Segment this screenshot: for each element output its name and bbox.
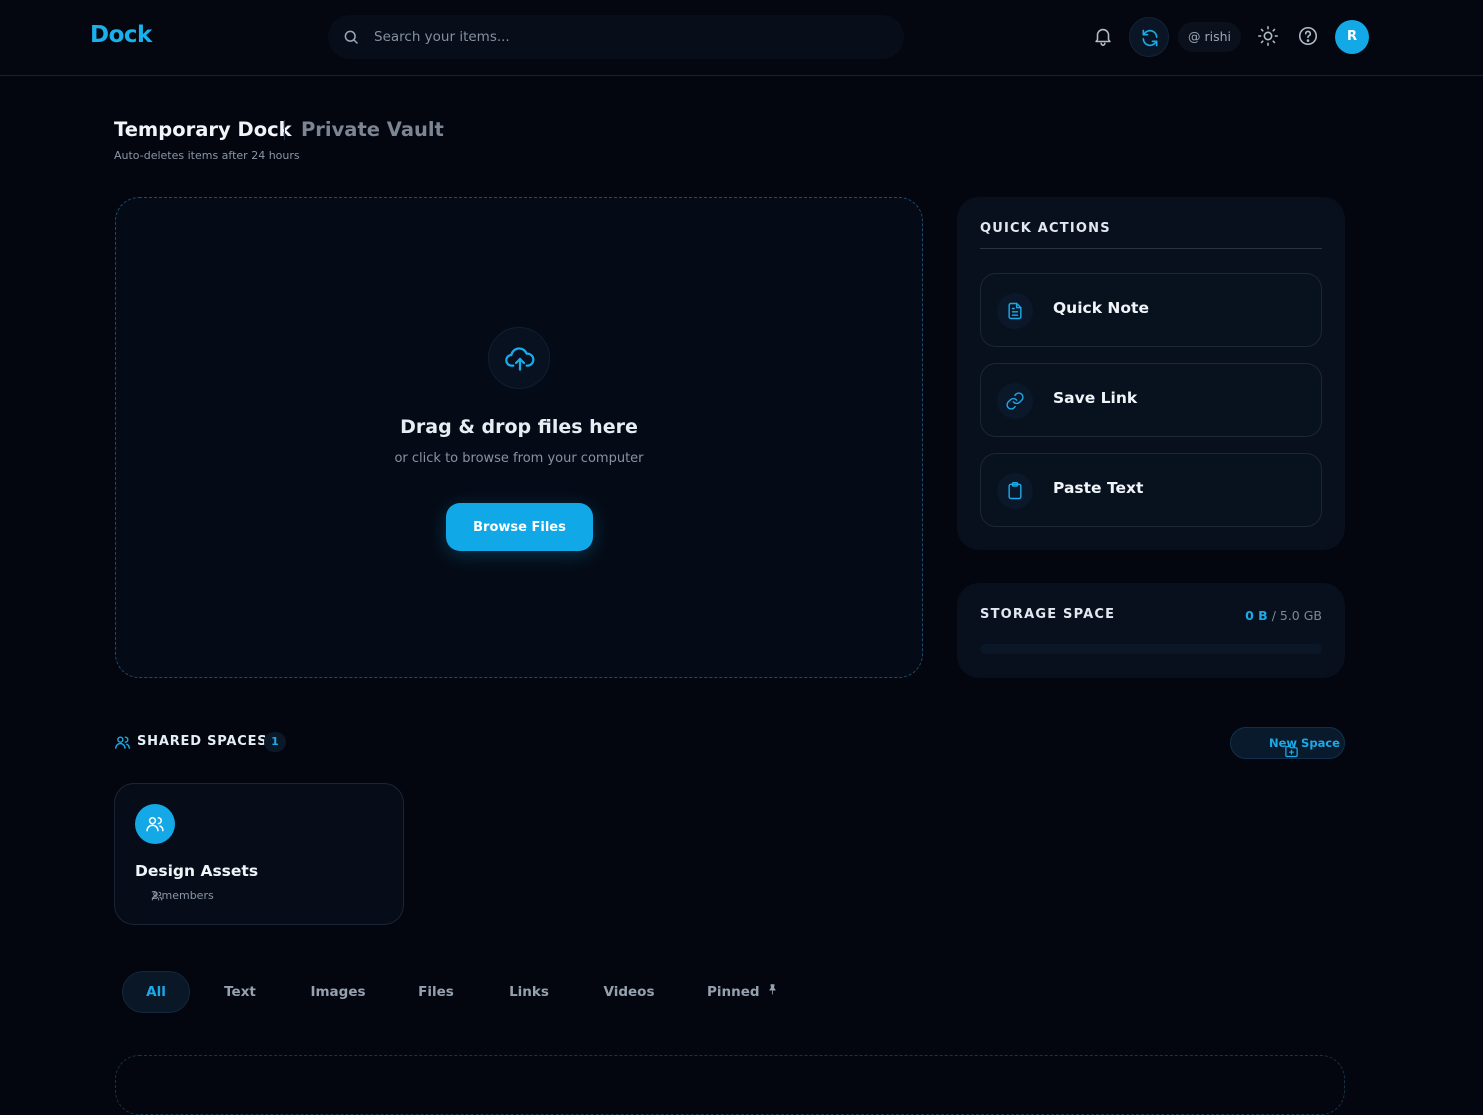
private-vault-tab[interactable]: Private Vault: [301, 118, 444, 141]
items-list-placeholder: [115, 1055, 1345, 1115]
top-bar: Dock @ rishi R: [0, 0, 1483, 76]
storage-total: / 5.0 GB: [1271, 608, 1322, 623]
help-icon[interactable]: [1297, 25, 1319, 47]
bell-icon[interactable]: [1092, 25, 1114, 47]
storage-heading: STORAGE SPACE: [980, 607, 1116, 622]
save-link-label: Save Link: [1053, 389, 1138, 407]
title-divider: [284, 120, 285, 140]
tab-pinned[interactable]: Pinned: [707, 971, 787, 1013]
paste-text-button[interactable]: Paste Text: [980, 453, 1322, 527]
dropzone-title: Drag & drop files here: [400, 416, 638, 438]
space-card-design-assets[interactable]: Design Assets 2 members: [114, 783, 404, 925]
tab-pinned-label: Pinned: [707, 984, 760, 1000]
browse-files-button[interactable]: Browse Files: [446, 503, 593, 551]
new-space-label: New Space: [1269, 736, 1340, 750]
tab-all[interactable]: All: [122, 971, 190, 1013]
username-chip[interactable]: @ rishi: [1178, 22, 1241, 52]
file-dropzone[interactable]: Drag & drop files here or click to brows…: [115, 197, 923, 678]
tab-files[interactable]: Files: [411, 971, 461, 1013]
note-icon-circle: [997, 293, 1033, 329]
page-subtitle: Auto-deletes items after 24 hours: [114, 149, 300, 162]
tab-links[interactable]: Links: [503, 971, 555, 1013]
storage-panel: STORAGE SPACE 0 B / 5.0 GB: [957, 583, 1345, 678]
clipboard-icon-circle: [997, 473, 1033, 509]
app-logo[interactable]: Dock: [90, 22, 152, 48]
dropzone-subtitle: or click to browse from your computer: [394, 451, 644, 466]
space-member-count: 2 members: [151, 889, 214, 902]
upload-icon-circle: [488, 327, 550, 389]
tab-images[interactable]: Images: [306, 971, 370, 1013]
storage-used: 0 B: [1245, 608, 1268, 623]
pin-icon: [766, 971, 779, 1013]
storage-progress-bar: [980, 644, 1322, 654]
quick-note-button[interactable]: Quick Note: [980, 273, 1322, 347]
tab-text[interactable]: Text: [214, 971, 266, 1013]
divider: [980, 248, 1322, 249]
storage-usage: 0 B / 5.0 GB: [1245, 608, 1322, 623]
quick-note-label: Quick Note: [1053, 299, 1149, 317]
new-space-button[interactable]: New Space: [1230, 727, 1345, 759]
sun-icon[interactable]: [1257, 25, 1279, 47]
save-link-button[interactable]: Save Link: [980, 363, 1322, 437]
filter-tabs: All Text Images Files Links Videos Pinne…: [122, 971, 822, 1013]
page-title[interactable]: Temporary Dock: [114, 118, 292, 141]
shared-spaces-title: SHARED SPACES: [137, 734, 268, 749]
quick-actions-panel: QUICK ACTIONS Quick Note Save Link Paste…: [957, 197, 1345, 550]
quick-actions-heading: QUICK ACTIONS: [980, 221, 1111, 236]
sync-button[interactable]: [1129, 17, 1169, 57]
space-avatar: [135, 804, 175, 844]
link-icon-circle: [997, 383, 1033, 419]
search-icon: [342, 28, 360, 50]
paste-text-label: Paste Text: [1053, 479, 1144, 497]
search-bar[interactable]: [328, 15, 904, 59]
shared-spaces-count-badge: 1: [264, 732, 286, 752]
avatar[interactable]: R: [1335, 20, 1369, 54]
space-name: Design Assets: [135, 862, 259, 880]
search-input[interactable]: [374, 15, 874, 59]
tab-videos[interactable]: Videos: [598, 971, 660, 1013]
